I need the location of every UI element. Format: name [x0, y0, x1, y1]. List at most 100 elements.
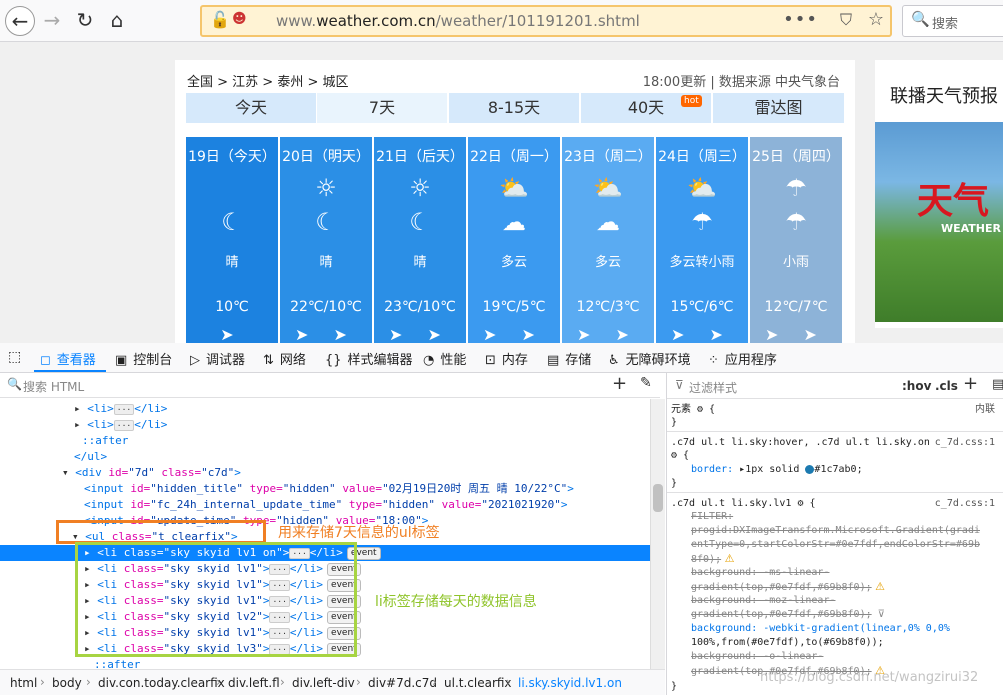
forecast-day[interactable]: 25日（周四） ☂ ☂ 小雨 12℃/7℃ ➤ ➤: [750, 137, 842, 343]
rule2-declaration[interactable]: background: -moz-linear-: [691, 594, 836, 607]
rule2-declaration[interactable]: 8f0); ⚠: [691, 552, 734, 566]
breadcrumb-item[interactable]: div.con.today.clearfix: [98, 676, 225, 690]
tree-node[interactable]: ▾ <div id="7d" class="c7d">: [0, 465, 650, 481]
tree-node[interactable]: ▸ <li> ··· </li>: [0, 401, 650, 417]
html-search-input[interactable]: 搜索 HTML: [23, 378, 84, 395]
element-picker-icon[interactable]: ⬚: [8, 349, 21, 365]
home-button[interactable]: ⌂: [102, 6, 132, 36]
forecast-tab[interactable]: 雷达图: [713, 93, 844, 123]
forecast-day[interactable]: 19日（今天） ☾ 晴 10℃ ➤: [186, 137, 278, 343]
hover-toggle[interactable]: :hov: [902, 379, 931, 393]
search-box[interactable]: 🔍 搜索: [902, 5, 1003, 37]
night-weather-icon: ☁: [502, 208, 526, 236]
reload-button[interactable]: ↻: [70, 6, 100, 36]
rule1-declaration[interactable]: border: ▸1px solid #1c7ab0;: [691, 463, 863, 476]
rule2-declaration[interactable]: background: -o-linear-: [691, 650, 823, 663]
warning-icon[interactable]: ⚠: [721, 552, 735, 565]
tree-node[interactable]: ▸ <li> ··· </li>: [0, 417, 650, 433]
devtools-tab[interactable]: ◔ 性能: [423, 349, 466, 368]
devtools-tabbar: ⬚ ◻ 查看器 ▣ 控制台 ▷ 调试器 ⇅ 网络 {} 样式编辑器 ◔ 性能 ⊡ 内存 ▤ 存储 ♿ 无障碍环境 ⁘…: [0, 343, 1003, 373]
devtools-tab[interactable]: ♿ 无障碍环境: [608, 349, 691, 368]
forecast-day[interactable]: 24日（周三） ⛅ ☂ 多云转小雨 15℃/6℃ ➤ ➤: [656, 137, 748, 343]
breadcrumb-item[interactable]: body: [52, 676, 82, 690]
expand-twisty-icon[interactable]: ▾: [62, 466, 75, 479]
breadcrumb-item[interactable]: li.sky.skyid.lv1.on: [518, 676, 622, 690]
markup-scrollbar[interactable]: [650, 399, 665, 669]
add-rule-button[interactable]: +: [963, 373, 978, 394]
rule2-declaration[interactable]: background: -ms-linear-: [691, 566, 829, 579]
breadcrumb-item[interactable]: div#7d.c7d: [368, 676, 437, 690]
devtools-tab[interactable]: ▷ 调试器: [190, 349, 245, 368]
tracking-icon[interactable]: ☻: [232, 11, 247, 27]
breadcrumb-item[interactable]: div.left.fl: [228, 676, 280, 690]
forecast-tab[interactable]: 7天: [317, 93, 447, 123]
breadcrumb-item[interactable]: ul.t.clearfix: [444, 676, 512, 690]
location-breadcrumb[interactable]: 全国 > 江苏 > 泰州 > 城区: [187, 71, 348, 90]
forecast-day[interactable]: 21日（后天） ☼ ☾ 晴 23℃/10℃ ➤ ➤: [374, 137, 466, 343]
scrollbar-thumb[interactable]: [653, 484, 663, 512]
forecast-tab-label: 40天: [627, 98, 665, 117]
tree-node[interactable]: <input id="fc_24h_internal_update_time" …: [0, 497, 650, 513]
tree-node[interactable]: ::after: [0, 433, 650, 449]
class-toggle[interactable]: .cls: [935, 379, 958, 393]
day-date: 25日（周四）: [752, 149, 840, 165]
warning-icon[interactable]: ⚠: [872, 580, 885, 593]
filter-icon[interactable]: ⊽: [872, 609, 885, 620]
ad-logo-sub: WEATHER: [941, 222, 1002, 235]
print-simulation-icon[interactable]: ▤: [992, 377, 1003, 392]
forecast-tab[interactable]: 8-15天: [449, 93, 579, 123]
forecast-tab[interactable]: 今天: [186, 93, 316, 123]
expand-twisty-icon[interactable]: ▸: [74, 418, 87, 431]
rule2-selector[interactable]: .c7d ul.t li.sky.lv1 ⚙ {: [671, 497, 816, 510]
forecast-tab[interactable]: 40天 hot: [581, 93, 711, 123]
rule2-declaration[interactable]: gradient(top,#0e7fdf,#69b8f0); ⊽: [691, 608, 885, 621]
devtools-tab[interactable]: ◻ 查看器: [40, 349, 96, 368]
ad-title[interactable]: 联播天气预报: [890, 82, 998, 108]
tree-node[interactable]: ::after: [0, 657, 650, 669]
attr-name: value=: [342, 482, 383, 495]
rule2-declaration[interactable]: progid:DXImageTransform.Microsoft.Gradie…: [691, 524, 980, 537]
rule2-declaration[interactable]: gradient(top,#0e7fdf,#69b8f0); ⚠: [691, 580, 885, 594]
devtools-tab[interactable]: ▤ 存储: [547, 349, 591, 368]
pocket-icon[interactable]: ⛉: [840, 10, 852, 30]
collapsed-children-button[interactable]: ···: [113, 419, 135, 431]
forward-button[interactable]: →: [37, 6, 67, 36]
rule2-declaration[interactable]: 100%,from(#0e7fdf),to(#69b8f0));: [691, 636, 884, 649]
breadcrumb-item[interactable]: html: [10, 676, 37, 690]
rule2-declaration[interactable]: background: -webkit-gradient(linear,0% 0…: [691, 622, 950, 635]
forecast-day[interactable]: 22日（周一） ⛅ ☁ 多云 19℃/5℃ ➤ ➤: [468, 137, 560, 343]
tree-node[interactable]: <input id="hidden_title" type="hidden" v…: [0, 481, 650, 497]
devtools-tab[interactable]: ⇅ 网络: [263, 349, 306, 368]
tree-node[interactable]: </ul>: [0, 449, 650, 465]
rule2-declaration[interactable]: FILTER:: [691, 510, 733, 523]
rule2-source[interactable]: c_7d.css:1: [935, 497, 995, 510]
url-bar[interactable]: 🔓 ☻ www.weather.com.cn/weather/101191201…: [200, 5, 892, 37]
insecure-lock-icon[interactable]: 🔓: [210, 10, 230, 29]
collapsed-children-button[interactable]: ···: [113, 403, 135, 415]
night-weather-icon: ☾: [315, 208, 337, 236]
rule2-declaration[interactable]: entType=0,startColorStr=#0e7fdf,endColor…: [691, 538, 980, 551]
breadcrumb-item[interactable]: div.left-div: [292, 676, 355, 690]
devtools-tab[interactable]: {} 样式编辑器: [325, 349, 413, 368]
bookmark-star-icon[interactable]: ☆: [868, 9, 884, 30]
ad-image[interactable]: 天气 WEATHER: [875, 122, 1003, 322]
forecast-day[interactable]: 23日（周二） ⛅ ☁ 多云 12℃/3℃ ➤ ➤: [562, 137, 654, 343]
declaration-text: background: -ms-linear-: [691, 567, 830, 578]
forecast-day[interactable]: 20日（明天） ☼ ☾ 晴 22℃/10℃ ➤ ➤: [280, 137, 372, 343]
expand-twisty-icon[interactable]: ▸: [74, 402, 87, 415]
devtools-tab[interactable]: ⊡ 内存: [485, 349, 528, 368]
declaration-text: background: -o-linear-: [691, 651, 824, 662]
rule1-source[interactable]: c_7d.css:1: [935, 436, 995, 449]
devtools-tab[interactable]: ⁘ 应用程序: [708, 349, 777, 368]
eyedropper-icon[interactable]: ✎: [640, 375, 652, 391]
filter-styles-input[interactable]: 过滤样式: [689, 379, 737, 396]
night-weather-icon: ☂: [691, 208, 713, 236]
url-text[interactable]: www.weather.com.cn/weather/101191201.sht…: [276, 12, 640, 30]
back-button[interactable]: ←: [5, 6, 35, 36]
attr-value: "fc_24h_internal_update_time": [150, 498, 349, 511]
element-rule-header[interactable]: 元素 ⚙ {: [671, 403, 715, 416]
add-node-button[interactable]: +: [612, 373, 627, 394]
more-actions-icon[interactable]: •••: [783, 9, 818, 30]
devtools-tab[interactable]: ▣ 控制台: [115, 349, 172, 368]
rule1-selector[interactable]: .c7d ul.t li.sky:hover, .c7d ul.t li.sky…: [671, 436, 930, 449]
